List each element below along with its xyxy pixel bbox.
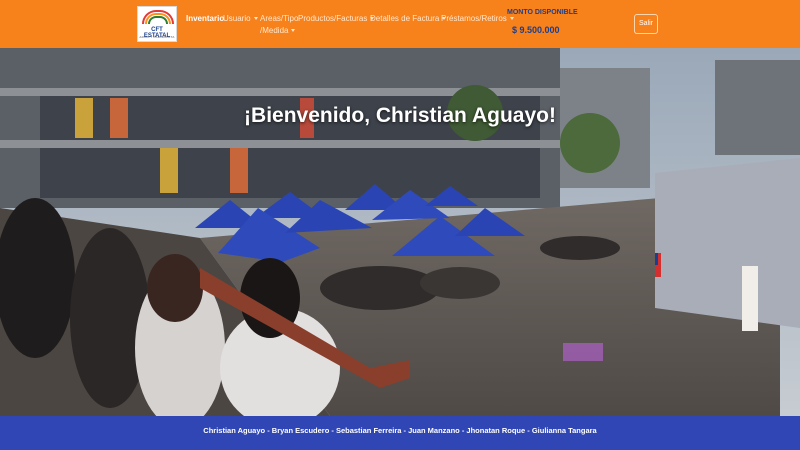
hero-banner: ¡Bienvenido, Christian Aguayo! [0, 48, 800, 416]
monto-disponible-label: MONTO DISPONIBLE [507, 9, 578, 16]
nav-areas-tipo-medida-dropdown-line2[interactable]: /Medida [260, 26, 296, 35]
monto-disponible-value: $ 9.500.000 [512, 25, 560, 35]
caret-down-icon [253, 17, 258, 21]
cft-logo[interactable]: CFT ESTATAL ARICA Y PARINACOTA [137, 6, 177, 42]
nav-productos-facturas-dropdown[interactable]: Productos/Facturas [298, 14, 375, 23]
nav-prestamos-retiros-dropdown[interactable]: Préstamos/Retiros [441, 14, 514, 23]
nav-inventario[interactable]: Inventario [186, 14, 224, 23]
footer-bar: Christian Aguayo - Bryan Escudero - Seba… [0, 416, 800, 450]
logout-button[interactable]: Salir [634, 14, 658, 34]
welcome-heading: ¡Bienvenido, Christian Aguayo! [244, 104, 556, 127]
caret-down-icon [291, 29, 296, 33]
footer-credits: Christian Aguayo - Bryan Escudero - Seba… [203, 426, 597, 435]
nav-label: Inventario [186, 14, 225, 23]
nav-detalles-factura-dropdown[interactable]: Detalles de Factura [370, 14, 447, 23]
nav-areas-tipo-medida-dropdown[interactable]: Areas/Tipo [260, 14, 298, 23]
nav-label: Detalles de Factura [370, 14, 440, 23]
nav-usuario-dropdown[interactable]: Usuario [223, 14, 258, 23]
nav-label: Usuario [223, 14, 251, 23]
nav-label: Productos/Facturas [298, 14, 368, 23]
nav-label: Préstamos/Retiros [441, 14, 507, 23]
caret-down-icon [509, 17, 514, 21]
nav-label: /Medida [260, 26, 289, 35]
top-navbar: CFT ESTATAL ARICA Y PARINACOTA Inventari… [0, 0, 800, 48]
logo-subtitle: ARICA Y PARINACOTA [139, 35, 175, 39]
nav-label: Areas/Tipo [260, 14, 299, 23]
